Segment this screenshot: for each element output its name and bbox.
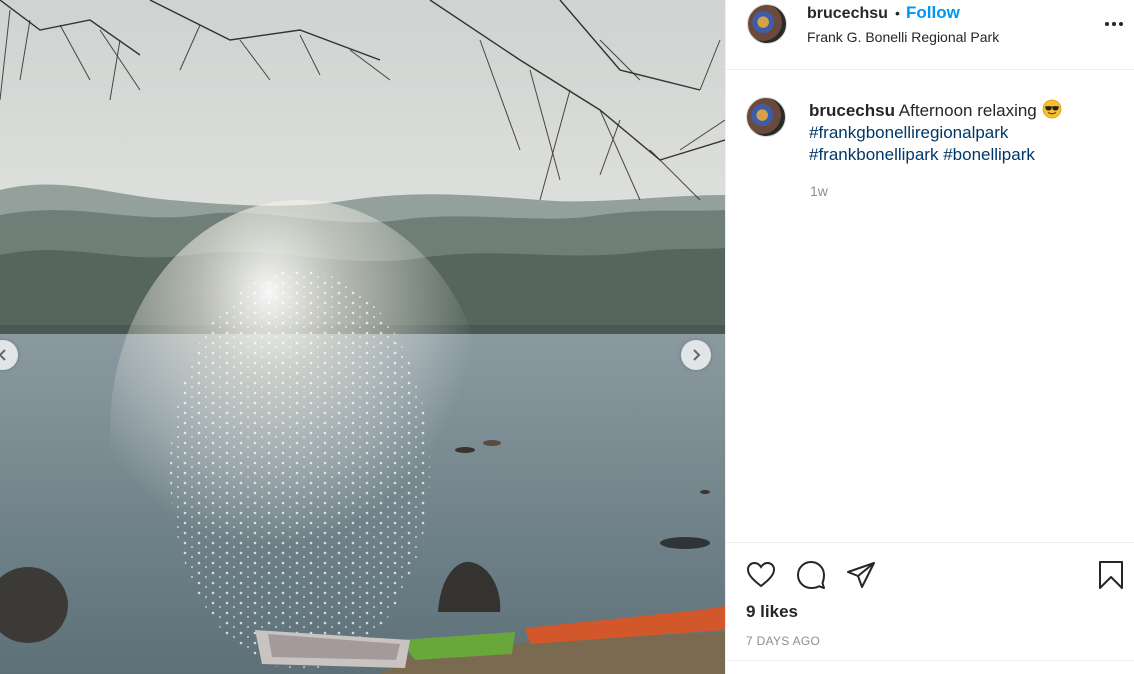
location-link[interactable]: Frank G. Bonelli Regional Park xyxy=(807,29,999,45)
header-username[interactable]: brucechsu xyxy=(807,5,888,23)
hashtag-link[interactable]: #bonellipark xyxy=(943,145,1035,164)
sunglasses-emoji-icon xyxy=(1042,99,1061,119)
chevron-right-icon xyxy=(693,349,701,361)
share-icon[interactable] xyxy=(845,559,877,591)
caption-text: Afternoon relaxing xyxy=(898,101,1037,120)
caption-avatar[interactable] xyxy=(746,97,786,137)
chevron-left-icon xyxy=(0,349,6,361)
avatar[interactable] xyxy=(747,4,787,44)
post-side-panel: brucechsu • Follow Frank G. Bonelli Regi… xyxy=(725,0,1134,674)
instagram-post: brucechsu • Follow Frank G. Bonelli Regi… xyxy=(0,0,1134,674)
caption-time-ago[interactable]: 1w xyxy=(810,183,828,199)
separator-dot: • xyxy=(895,5,900,21)
hashtag-link[interactable]: #frankbonellipark xyxy=(809,145,938,164)
post-photo[interactable] xyxy=(0,0,725,674)
likes-count[interactable]: 9 likes xyxy=(746,602,798,622)
hashtag-link[interactable]: #frankgbonelliregionalpark xyxy=(809,123,1008,142)
bookmark-icon[interactable] xyxy=(1095,559,1127,591)
post-caption: brucechsu Afternoon relaxing #frankgbone… xyxy=(809,99,1119,166)
comment-icon[interactable] xyxy=(795,559,827,591)
more-options-icon[interactable] xyxy=(1102,14,1126,34)
post-header: brucechsu • Follow Frank G. Bonelli Regi… xyxy=(726,0,1134,70)
follow-button[interactable]: Follow xyxy=(906,3,960,23)
lake-scene-image xyxy=(0,0,725,674)
caption-username[interactable]: brucechsu xyxy=(809,101,895,120)
post-actions: 9 likes 7 DAYS AGO xyxy=(726,542,1134,674)
post-date[interactable]: 7 DAYS AGO xyxy=(746,634,820,648)
carousel-next-button[interactable] xyxy=(681,340,711,370)
divider xyxy=(726,660,1134,661)
heart-icon[interactable] xyxy=(745,559,777,591)
